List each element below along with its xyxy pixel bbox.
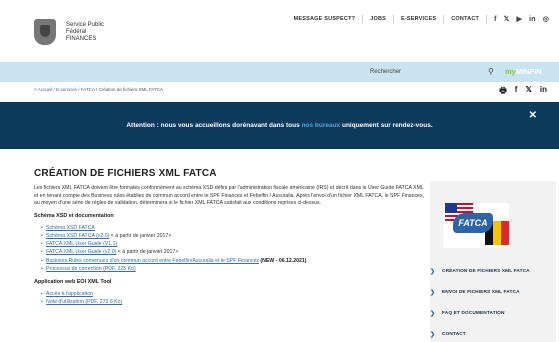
link-user-guide-v11[interactable]: FATCA XML User Guide (V1.1) <box>46 241 117 247</box>
site-header: Service Public Fédéral FINANCES MESSAGE … <box>0 0 559 62</box>
breadcrumb-sep: / <box>53 87 55 92</box>
breadcrumb-sep: / <box>78 87 80 92</box>
belgian-crest-icon <box>34 19 56 45</box>
sidebar-item-envoi[interactable]: ❯ ENVOI DE FICHIERS XML FATCA <box>430 282 556 303</box>
print-icon[interactable]: 🖶 <box>499 85 507 99</box>
search-bar: Rechercher ⚲ myMINFIN <box>0 62 559 82</box>
top-navigation: MESSAGE SUSPECT? JOBS E-SERVICES CONTACT… <box>294 15 549 23</box>
search-icon[interactable]: ⚲ <box>488 67 498 77</box>
intro-paragraph: Les fichiers XML FATCA doivent être form… <box>34 185 425 207</box>
breadcrumb-row: > Accueil / E-services / FATCA / Créatio… <box>0 82 559 100</box>
web-app-link-list: Accès à l'application Note d'utilisation… <box>34 290 429 307</box>
close-icon[interactable]: ✕ <box>529 110 537 121</box>
sidebar-menu: ❯ CRÉATION DE FICHIERS XML FATCA ❯ ENVOI D… <box>430 261 556 342</box>
breadcrumb-fatca[interactable]: FATCA <box>81 87 95 92</box>
breadcrumb-sep: / <box>95 87 98 92</box>
logo-line-1: Service Public <box>66 21 105 28</box>
sidebar-item-label: CONTACT <box>442 332 466 337</box>
link-correction-process[interactable]: Processus de correction (PDF, 225 Ko) <box>46 266 136 272</box>
linkedin-share-icon[interactable]: in <box>540 85 547 99</box>
myminfin-link[interactable]: myMINFIN <box>505 66 555 78</box>
fatca-badge: FATCA <box>453 213 493 233</box>
alert-text-part1: Attention : nous vous accueillons doréna… <box>126 122 302 129</box>
sidebar-item-label: FAQ ET DOCUMENTATION <box>442 311 505 316</box>
chevron-right-icon: ❯ <box>430 332 436 338</box>
section-title-xsd: Schéma XSD et documentation <box>34 212 114 219</box>
list-item: FATCA XML User Guide (v2.0) < à partir d… <box>34 248 429 256</box>
new-badge: (NEW - 06.12.2021) <box>260 257 307 264</box>
link-xsd-fatca[interactable]: Schéma XSD FATCA <box>46 225 95 231</box>
myminfin-my: my <box>505 67 516 76</box>
topnav-message-suspect[interactable]: MESSAGE SUSPECT? <box>294 16 356 22</box>
sidebar-item-creation[interactable]: ❯ CRÉATION DE FICHIERS XML FATCA <box>430 261 556 282</box>
list-item: Business Rules convenues d'un commun acc… <box>34 257 429 265</box>
sidebar: FATCA ❯ CRÉATION DE FICHIERS XML FATCA ❯ E… <box>430 181 556 342</box>
list-item: Accès à l'application <box>34 290 429 298</box>
sidebar-item-label: CRÉATION DE FICHIERS XML FATCA <box>442 269 530 274</box>
chevron-right-icon: ❯ <box>430 269 436 275</box>
logo-text: Service Public Fédéral FINANCES <box>66 22 104 43</box>
link-usage-note[interactable]: Note d'utilisation (PDF, 273.6 Ko) <box>46 299 122 305</box>
section-title-web-app: Application web EOI XML Tool <box>34 279 112 285</box>
breadcrumb: > Accueil / E-services / FATCA / Créatio… <box>34 87 163 92</box>
link-suffix: < à partir de janvier 2017> <box>116 249 179 256</box>
linkedin-icon[interactable]: in <box>529 16 536 23</box>
link-xsd-fatca-v2[interactable]: Schéma XSD FATCA (v2.0) <box>46 233 109 239</box>
topnav-e-services[interactable]: E-SERVICES <box>401 16 436 22</box>
list-item: FATCA XML User Guide (V1.1) <box>34 240 429 248</box>
youtube-icon[interactable]: ▶ <box>516 15 522 23</box>
logo-line-3: FINANCES <box>66 35 97 42</box>
topnav-contact[interactable]: CONTACT <box>451 16 479 22</box>
xsd-link-list: Schéma XSD FATCA Schéma XSD FATCA (v2.0)… <box>34 224 429 273</box>
facebook-icon[interactable]: f <box>494 16 497 23</box>
list-item: Processus de correction (PDF, 225 Ko) <box>34 265 429 273</box>
list-item: Note d'utilisation (PDF, 273.6 Ko) <box>34 298 429 306</box>
fatca-illustration: FATCA <box>443 203 509 248</box>
share-bar: 🖶 f 𝕏 in <box>499 85 547 99</box>
search-input[interactable]: Rechercher <box>370 66 460 78</box>
divider <box>392 15 394 23</box>
divider <box>443 15 445 23</box>
sidebar-item-contact[interactable]: ❯ CONTACT <box>430 324 556 342</box>
main-content: CRÉATION DE FICHIERS XML FATCA Les fichi… <box>34 168 429 307</box>
topnav-jobs[interactable]: JOBS <box>370 16 386 22</box>
breadcrumb-current: Création de fichiers XML FATCA <box>98 87 164 92</box>
sidebar-item-faq[interactable]: ❯ FAQ ET DOCUMENTATION <box>430 303 556 324</box>
breadcrumb-home-icon: > <box>34 87 37 92</box>
alert-banner: Attention : nous vous accueillons doréna… <box>0 102 559 149</box>
link-access-app[interactable]: Accès à l'application <box>46 291 93 297</box>
alert-message: Attention : nous vous accueillons doréna… <box>0 122 559 129</box>
spf-finances-logo[interactable]: Service Public Fédéral FINANCES <box>34 18 124 46</box>
alert-offices-link[interactable]: nos bureaux <box>302 122 341 129</box>
link-user-guide-v2[interactable]: FATCA XML User Guide (v2.0) <box>46 249 116 255</box>
alert-text-part2: uniquement sur rendez-vous. <box>340 122 433 129</box>
breadcrumb-accueil[interactable]: Accueil <box>38 87 53 92</box>
logo-line-2: Fédéral <box>66 28 87 35</box>
link-business-rules[interactable]: Business Rules convenues d'un commun acc… <box>46 258 259 264</box>
myminfin-fin: MINFIN <box>515 67 542 76</box>
chevron-right-icon: ❯ <box>430 290 436 296</box>
sidebar-item-label: ENVOI DE FICHIERS XML FATCA <box>442 290 520 295</box>
list-item: Schéma XSD FATCA (v2.0) < à partir de ja… <box>34 232 429 240</box>
chevron-right-icon: ❯ <box>430 311 436 317</box>
list-item: Schéma XSD FATCA <box>34 224 429 232</box>
breadcrumb-e-services[interactable]: E-services <box>56 87 77 92</box>
page-title: CRÉATION DE FICHIERS XML FATCA <box>34 168 217 179</box>
x-twitter-icon[interactable]: 𝕏 <box>504 15 510 23</box>
link-suffix: < à partir de janvier 2017> <box>109 232 172 239</box>
x-share-icon[interactable]: 𝕏 <box>525 85 531 99</box>
divider <box>486 15 488 23</box>
facebook-share-icon[interactable]: f <box>515 85 518 99</box>
divider <box>362 15 364 23</box>
instagram-icon[interactable]: ◎ <box>543 15 549 23</box>
